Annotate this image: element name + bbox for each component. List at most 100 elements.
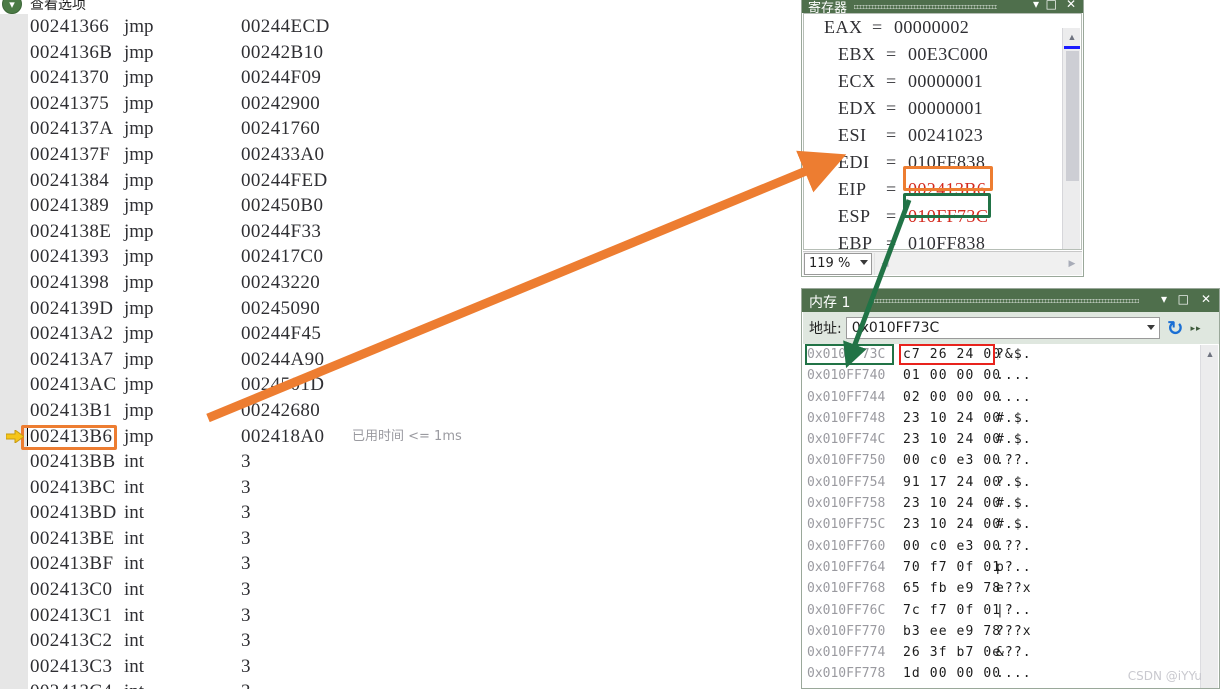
disassembly-row[interactable]: 002413AC jmp 0024501D [0, 372, 800, 398]
register-name: EBP [838, 233, 873, 250]
registers-maximize-icon[interactable]: □ [1046, 0, 1057, 11]
disassembly-row[interactable]: 00241370 jmp 00244F09 [0, 65, 800, 91]
view-options-bar[interactable]: ▾ 查看选项 [0, 0, 800, 14]
disassembly-row[interactable]: 002413A7 jmp 00244A90 [0, 347, 800, 373]
disassembly-row[interactable]: 0024139D jmp 00245090 [0, 296, 800, 322]
disassembly-row[interactable]: 002413C2 int 3 [0, 628, 800, 654]
zoom-level-select[interactable]: 119 % [804, 252, 872, 275]
memory-panel[interactable]: 内存 1 ▾ □ ✕ 地址: 0x010FF73C ↻ ▸▸ 0x010FF73… [801, 288, 1220, 689]
memory-maximize-icon[interactable]: □ [1178, 293, 1189, 306]
registers-dropdown-icon[interactable]: ▾ [1033, 0, 1039, 11]
disassembly-row[interactable]: 002413A2 jmp 00244F45 [0, 321, 800, 347]
memory-ascii: ?&$. [996, 347, 1032, 362]
memory-row[interactable]: 0x010FF748 23 10 24 00 #.$. [803, 408, 1219, 429]
register-value[interactable]: 00000001 [908, 68, 983, 95]
memory-row[interactable]: 0x010FF74C 23 10 24 00 #.$. [803, 429, 1219, 450]
disassembly-row[interactable]: 002413BF int 3 [0, 551, 800, 577]
register-row[interactable]: EAX = 00000002 [804, 14, 1081, 41]
register-value[interactable]: 00E3C000 [908, 41, 988, 68]
disassembly-row[interactable]: 002413B1 jmp 00242680 [0, 398, 800, 424]
disassembly-row-current[interactable]: 002413B6 jmp 002418A0 已用时间 <= 1ms [0, 424, 800, 450]
disassembly-row[interactable]: 00241375 jmp 00242900 [0, 91, 800, 117]
address-input[interactable]: 0x010FF73C [845, 317, 1160, 339]
register-value[interactable]: 00000001 [908, 95, 983, 122]
registers-list[interactable]: EAX = 00000002 EBX = 00E3C000 ECX = 00000001 EDX =… [803, 13, 1082, 250]
scroll-right-icon[interactable]: ▶ [1062, 254, 1082, 274]
memory-ascii: .??. [996, 453, 1032, 469]
register-value[interactable]: 010FF838 [908, 230, 985, 249]
memory-row[interactable]: 0x010FF750 00 c0 e3 00.??. [803, 450, 1219, 471]
register-row[interactable]: ESP = 010FF73C [804, 203, 1081, 230]
disassembly-mnemonic: jmp [124, 271, 154, 293]
disassembly-row[interactable]: 00241366 jmp 00244ECD [0, 14, 800, 40]
overflow-icon[interactable]: ▸▸ [1190, 323, 1201, 334]
register-value[interactable]: 00241023 [908, 122, 983, 149]
disassembly-row[interactable]: 0024137A jmp 00241760 [0, 116, 800, 142]
registers-scroll-thumb[interactable] [1066, 51, 1079, 181]
memory-row[interactable]: 0x010FF764 70 f7 0f 01 p?.. [803, 557, 1219, 578]
refresh-icon[interactable]: ↻ [1167, 318, 1184, 338]
register-row[interactable]: EBX = 00E3C000 [804, 41, 1081, 68]
register-value[interactable]: 010FF73C [908, 203, 988, 230]
memory-vertical-scrollbar[interactable]: ▲ [1200, 345, 1218, 688]
address-value: 0x010FF73C [851, 320, 940, 336]
chevron-down-icon[interactable]: ▾ [2, 0, 22, 14]
register-value[interactable]: 002413B6 [908, 176, 986, 203]
chevron-down-icon[interactable] [860, 259, 868, 265]
memory-titlebar[interactable]: 内存 1 ▾ □ ✕ [802, 289, 1219, 312]
registers-titlebar[interactable]: 寄存器 ▾ □ ✕ [802, 0, 1083, 13]
disassembly-row[interactable]: 002413C0 int 3 [0, 577, 800, 603]
disassembly-row[interactable]: 00241393 jmp 002417C0 [0, 244, 800, 270]
memory-rows-container[interactable]: 0x010FF73C c7 26 24 00 ?&$. 0x010FF740 01 00… [803, 344, 1219, 688]
registers-vertical-scrollbar[interactable]: ▲ ▼ [1062, 28, 1081, 249]
disassembly-row[interactable]: 002413BD int 3 [0, 500, 800, 526]
memory-row[interactable]: 0x010FF744 02 00 00 00.... [803, 387, 1219, 408]
memory-row[interactable]: 0x010FF73C c7 26 24 00 ?&$. [803, 344, 1219, 365]
memory-address: 0x010FF758 [807, 496, 886, 512]
disassembly-pane[interactable]: ▾ 查看选项 00241366 jmp 00244ECD 0024136B jmp 002… [0, 0, 800, 689]
register-row[interactable]: ESI = 00241023 [804, 122, 1081, 149]
register-value[interactable]: 00000002 [894, 14, 969, 41]
memory-row[interactable]: 0x010FF754 91 17 24 00 ?.$. [803, 472, 1219, 493]
chevron-down-icon[interactable] [1146, 325, 1155, 330]
memory-row[interactable]: 0x010FF75C 23 10 24 00 #.$. [803, 514, 1219, 535]
memory-row[interactable]: 0x010FF77C 98 f7 0f 01??.. [803, 685, 1219, 689]
registers-horizontal-scrollbar[interactable]: ◀ ▶ [874, 252, 1082, 275]
memory-row[interactable]: 0x010FF774 26 3f b7 0e &??. [803, 642, 1219, 663]
register-row[interactable]: EDI = 010FF838 [804, 149, 1081, 176]
disassembly-row[interactable]: 0024138E jmp 00244F33 [0, 219, 800, 245]
registers-close-icon[interactable]: ✕ [1066, 0, 1076, 11]
memory-close-icon[interactable]: ✕ [1201, 293, 1211, 306]
memory-row[interactable]: 0x010FF768 65 fb e9 78 e??x [803, 578, 1219, 599]
disassembly-row[interactable]: 0024136B jmp 00242B10 [0, 40, 800, 66]
disassembly-row[interactable]: 002413C1 int 3 [0, 603, 800, 629]
registers-panel[interactable]: 寄存器 ▾ □ ✕ EAX = 00000002 EBX = 00E3C000 ECX = 00… [801, 0, 1084, 277]
memory-row[interactable]: 0x010FF770 b3 ee e9 78 ???x [803, 621, 1219, 642]
disassembly-row[interactable]: 002413BC int 3 [0, 475, 800, 501]
register-value[interactable]: 010FF838 [908, 149, 985, 176]
memory-row[interactable]: 0x010FF76C 7c f7 0f 01 |?.. [803, 600, 1219, 621]
memory-row[interactable]: 0x010FF740 01 00 00 00.... [803, 365, 1219, 386]
disassembly-row[interactable]: 002413BB int 3 [0, 449, 800, 475]
scroll-up-icon[interactable]: ▲ [1201, 345, 1219, 363]
disassembly-row[interactable]: 00241389 jmp 002450B0 [0, 193, 800, 219]
memory-toolbar[interactable]: 地址: 0x010FF73C ↻ ▸▸ [803, 312, 1219, 344]
register-row[interactable]: EDX = 00000001 [804, 95, 1081, 122]
memory-row[interactable]: 0x010FF760 00 c0 e3 00.??. [803, 536, 1219, 557]
disassembly-row[interactable]: 002413C3 int 3 [0, 654, 800, 680]
memory-dropdown-icon[interactable]: ▾ [1161, 293, 1167, 306]
scroll-left-icon[interactable]: ◀ [875, 254, 895, 274]
register-row[interactable]: ECX = 00000001 [804, 68, 1081, 95]
disassembly-row[interactable]: 002413BE int 3 [0, 526, 800, 552]
scroll-up-icon[interactable]: ▲ [1063, 28, 1081, 46]
register-row[interactable]: EIP = 002413B6 [804, 176, 1081, 203]
registers-zoom-bar[interactable]: 119 % ◀ ▶ [803, 251, 1082, 275]
disassembly-row[interactable]: 002413C4 int 3 [0, 679, 800, 689]
disassembly-mnemonic: int [124, 527, 145, 549]
disassembly-row[interactable]: 00241384 jmp 00244FED [0, 168, 800, 194]
disassembly-row[interactable]: 0024137F jmp 002433A0 [0, 142, 800, 168]
disassembly-row[interactable]: 00241398 jmp 00243220 [0, 270, 800, 296]
register-row[interactable]: EBP = 010FF838 [804, 230, 1081, 250]
memory-ascii: .... [996, 368, 1032, 384]
memory-row[interactable]: 0x010FF758 23 10 24 00 #.$. [803, 493, 1219, 514]
